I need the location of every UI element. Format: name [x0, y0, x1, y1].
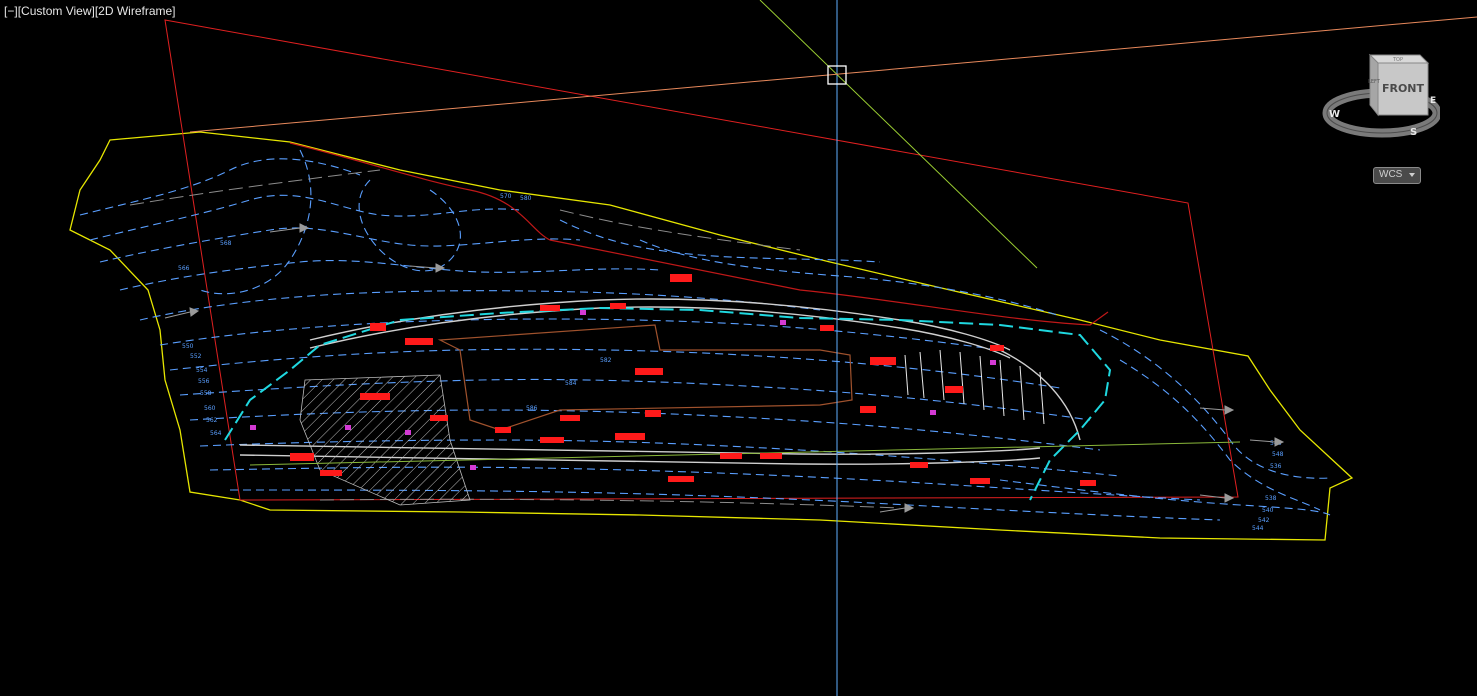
viewcube-front-label: FRONT [1382, 82, 1425, 95]
svg-text:552: 552 [190, 353, 202, 360]
elevation-labels: 550 552 554 556 558 560 562 564 566 568 … [178, 193, 1284, 532]
svg-text:558: 558 [200, 390, 212, 397]
compass-east[interactable]: E [1430, 96, 1436, 106]
viewcube-left-label: LEFT [1368, 79, 1381, 85]
svg-text:564: 564 [210, 430, 222, 437]
site-boundary [69, 131, 1354, 541]
svg-text:566: 566 [178, 265, 190, 272]
svg-text:550: 550 [182, 343, 194, 350]
ucs-menu-button[interactable]: WCS [1373, 167, 1421, 184]
svg-text:580: 580 [520, 195, 532, 202]
svg-text:584: 584 [565, 380, 577, 387]
svg-text:586: 586 [526, 405, 538, 412]
viewport-controls-menu[interactable]: [−] [4, 4, 18, 18]
svg-text:562: 562 [206, 417, 218, 424]
svg-text:560: 560 [204, 405, 216, 412]
svg-text:568: 568 [220, 240, 232, 247]
svg-text:536: 536 [1270, 463, 1282, 470]
viewport-label: [−][Custom View][2D Wireframe] [4, 4, 176, 18]
svg-text:582: 582 [600, 357, 612, 364]
svg-text:570: 570 [500, 193, 512, 200]
svg-text:554: 554 [196, 367, 208, 374]
svg-text:544: 544 [1252, 525, 1264, 532]
drawing-canvas[interactable]: 550 552 554 556 558 560 562 564 566 568 … [0, 0, 1477, 696]
cursor-line-orange [189, 16, 1477, 133]
viewcube-left-face[interactable] [1369, 53, 1379, 117]
ucs-label: WCS [1379, 169, 1403, 180]
grade-ticks [904, 349, 1045, 425]
compass-south[interactable]: S [1410, 127, 1417, 138]
model-viewport[interactable]: 550 552 554 556 558 560 562 564 566 568 … [0, 0, 1477, 696]
compass-west[interactable]: W [1329, 109, 1340, 120]
svg-text:540: 540 [1262, 507, 1274, 514]
svg-text:538: 538 [1265, 495, 1277, 502]
svg-text:542: 542 [1258, 517, 1270, 524]
svg-text:548: 548 [1272, 451, 1284, 458]
visual-style-menu[interactable]: [2D Wireframe] [95, 4, 176, 18]
existing-contours [129, 169, 901, 509]
view-menu[interactable]: [Custom View] [18, 4, 95, 18]
viewcube[interactable]: FRONT TOP LEFT W S E [1320, 45, 1440, 140]
svg-text:556: 556 [198, 378, 210, 385]
viewcube-top-label: TOP [1392, 57, 1403, 63]
chevron-down-icon [1409, 173, 1415, 177]
